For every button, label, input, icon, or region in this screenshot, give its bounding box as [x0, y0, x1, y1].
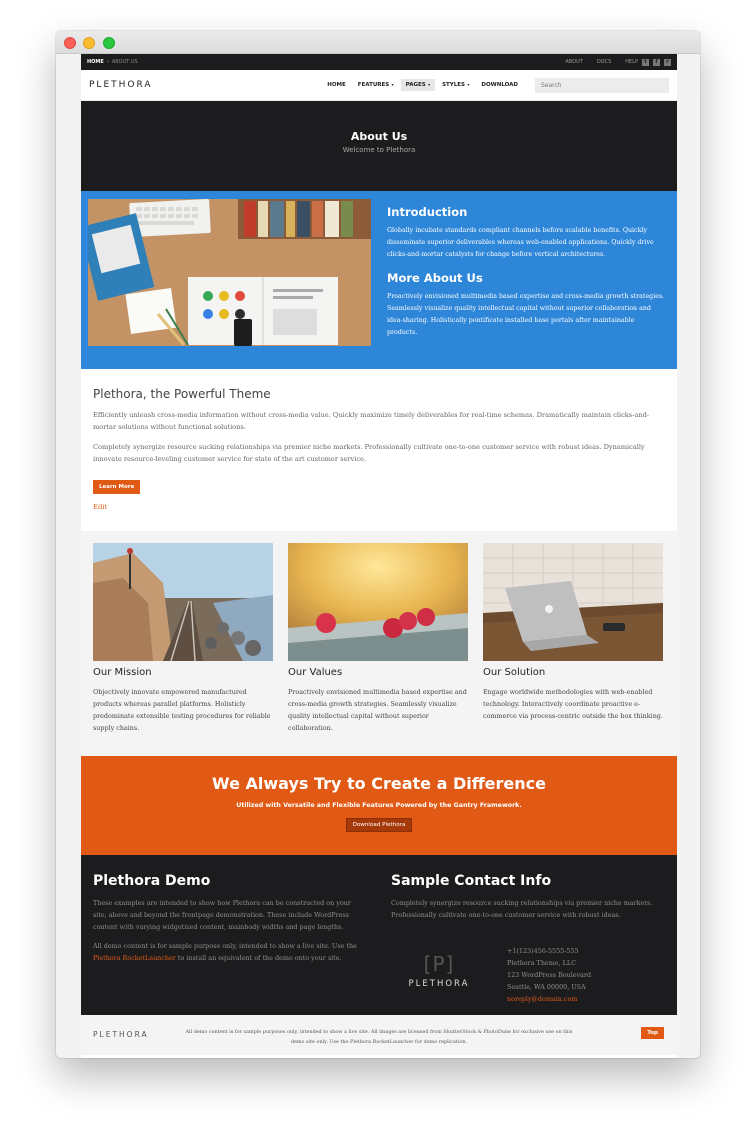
footer-contact-column: Sample Contact Info Completely synergize…: [391, 873, 665, 928]
page-hero: About Us Welcome to Plethora: [81, 101, 677, 191]
raspberries-image: [288, 543, 468, 661]
footer-demo-column: Plethora Demo These examples are intende…: [93, 873, 363, 971]
footer-logo-mark: [P]: [423, 952, 455, 976]
contact-email[interactable]: noreply@domain.com: [507, 993, 591, 1005]
copyright-text: All demo content is for sample purposes …: [185, 1029, 573, 1045]
nav-item-label: HOME: [327, 82, 346, 88]
contact-address: +1(123)456-5555-555 Plethora Theme, LLC …: [507, 945, 591, 1005]
footer-demo-note: All demo content is for sample purpose o…: [93, 940, 363, 964]
browser-window: HOME › ABOUT US ABOUT DOCS HELP t f r PL…: [56, 31, 700, 1058]
maximize-window-button[interactable]: [103, 37, 115, 49]
theme-section: Plethora, the Powerful Theme Efficiently…: [81, 369, 677, 531]
theme-paragraph-1: Efficiently unleash cross-media informat…: [93, 411, 650, 431]
site-logo[interactable]: PLETHORA: [89, 80, 153, 90]
util-link-about[interactable]: ABOUT: [565, 59, 582, 65]
card-values: Our Values Proactively envisioned multim…: [288, 543, 468, 756]
nav-item-label: PAGES: [405, 82, 426, 88]
back-to-top-button[interactable]: Top: [641, 1027, 664, 1039]
facebook-icon[interactable]: f: [653, 58, 660, 66]
footer-contact-paragraph: Completely synergize resource sucking re…: [391, 899, 653, 919]
cta-heading: We Always Try to Create a Difference: [212, 774, 546, 793]
card-title: Our Mission: [93, 667, 152, 678]
breadcrumb-separator-icon: ›: [106, 59, 109, 65]
intro-text: Introduction Globally incubate standards…: [387, 205, 665, 349]
contact-phone: +1(123)456-5555-555: [507, 947, 579, 955]
chevron-down-icon: ▾: [390, 82, 394, 87]
util-link-docs[interactable]: DOCS: [597, 59, 611, 65]
nav-item-styles[interactable]: STYLES ▾: [437, 79, 474, 91]
download-plethora-button[interactable]: Download Plethora: [345, 818, 413, 832]
chevron-down-icon: ▾: [466, 82, 470, 87]
main-navbar: PLETHORA HOME FEATURES ▾ PAGES ▾ STYLES …: [81, 70, 677, 101]
util-link-help[interactable]: HELP: [625, 59, 638, 65]
cta-section: We Always Try to Create a Difference Uti…: [81, 756, 677, 855]
footer-logo: [P] PLETHORA: [399, 952, 479, 989]
nav-item-features[interactable]: FEATURES ▾: [353, 79, 399, 91]
search-input[interactable]: [535, 77, 669, 93]
nav-item-label: DOWNLOAD: [481, 82, 518, 88]
chevron-down-icon: ▾: [426, 82, 431, 87]
contact-street: 123 WordPress Boulevard: [507, 971, 592, 979]
nav-item-label: STYLES: [442, 82, 466, 88]
card-title: Our Solution: [483, 667, 546, 678]
breadcrumb-home[interactable]: HOME: [87, 59, 104, 65]
desk-workspace-image: [88, 199, 371, 346]
bottom-logo[interactable]: PLETHORA: [93, 1030, 149, 1039]
card-text: Objectively innovate empowered manufactu…: [93, 688, 271, 732]
page-title: About Us: [350, 130, 408, 143]
copyright-bar: PLETHORA All demo content is for sample …: [81, 1015, 677, 1055]
theme-heading: Plethora, the Powerful Theme: [93, 387, 271, 401]
window-titlebar: [56, 31, 700, 54]
more-about-paragraph: Proactively envisioned multimedia based …: [387, 293, 665, 336]
more-about-heading: More About Us: [387, 271, 483, 285]
demo-note-text: to install an equivalent of the demo ont…: [175, 954, 342, 962]
contact-city: Seattle, WA 00000, USA: [507, 983, 586, 991]
web-page: HOME › ABOUT US ABOUT DOCS HELP t f r PL…: [81, 54, 677, 1058]
utility-bar: HOME › ABOUT US ABOUT DOCS HELP t f r: [81, 54, 677, 70]
footer-demo-paragraph: These examples are intended to show how …: [93, 899, 351, 931]
nav-item-download[interactable]: DOWNLOAD: [476, 79, 523, 91]
footer-contact-heading: Sample Contact Info: [391, 873, 552, 889]
footer-logo-word: PLETHORA: [408, 979, 470, 989]
card-title: Our Values: [288, 667, 343, 678]
breadcrumb-current: ABOUT US: [111, 59, 138, 65]
nav-item-pages[interactable]: PAGES ▾: [400, 79, 436, 91]
footer-section: Plethora Demo These examples are intende…: [81, 855, 677, 1015]
rss-icon[interactable]: r: [664, 58, 671, 66]
laptop-desk-image: [483, 543, 663, 661]
intro-section: Introduction Globally incubate standards…: [81, 191, 677, 369]
edit-link[interactable]: Edit: [93, 503, 665, 511]
demo-note-text: All demo content is for sample purpose o…: [93, 942, 357, 950]
rocketlauncher-link[interactable]: Plethora RocketLauncher: [93, 954, 176, 962]
learn-more-button[interactable]: Learn More: [93, 480, 141, 494]
nav-item-home[interactable]: HOME: [322, 79, 351, 91]
nav-item-label: FEATURES: [357, 82, 390, 88]
card-mission: Our Mission Objectively innovate empower…: [93, 543, 273, 756]
intro-heading: Introduction: [387, 205, 468, 219]
contact-company: Plethora Theme, LLC: [507, 959, 576, 967]
twitter-icon[interactable]: t: [642, 58, 649, 66]
card-text: Proactively envisioned multimedia based …: [288, 688, 467, 732]
close-window-button[interactable]: [64, 37, 76, 49]
minimize-window-button[interactable]: [83, 37, 95, 49]
feature-cards: Our Mission Objectively innovate empower…: [81, 531, 677, 756]
railway-coast-image: [93, 543, 273, 661]
intro-paragraph: Globally incubate standards compliant ch…: [387, 227, 654, 258]
page-subtitle: Welcome to Plethora: [342, 146, 416, 154]
card-text: Engage worldwide methodologies with web-…: [483, 688, 663, 720]
card-solution: Our Solution Engage worldwide methodolog…: [483, 543, 663, 756]
theme-paragraph-2: Completely synergize resource sucking re…: [93, 443, 645, 463]
footer-demo-heading: Plethora Demo: [93, 873, 211, 889]
cta-subtitle: Utilized with Versatile and Flexible Fea…: [236, 802, 522, 809]
